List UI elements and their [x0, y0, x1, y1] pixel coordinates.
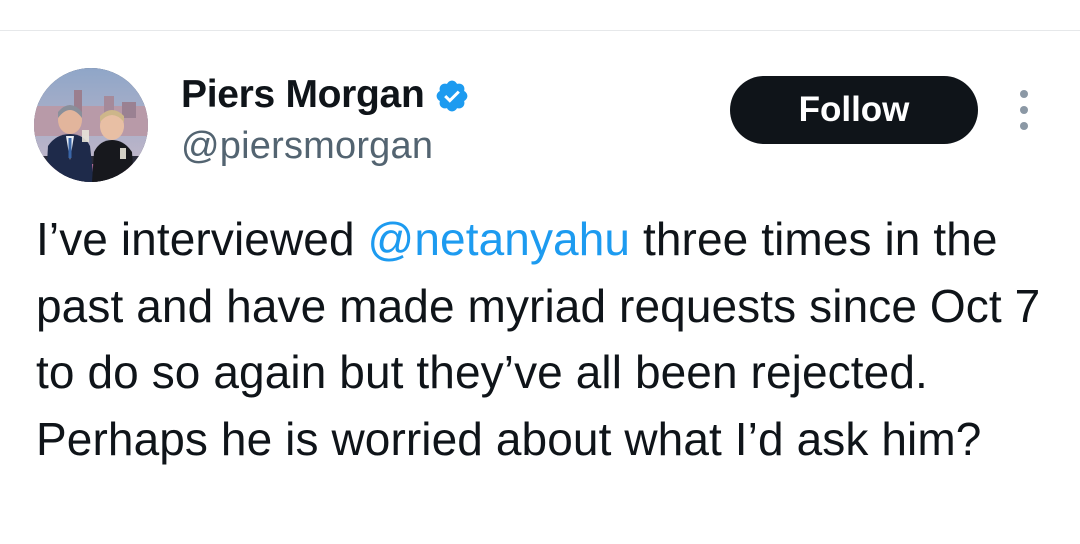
tweet-text: I’ve interviewed @netanyahu three times …: [36, 206, 1056, 472]
verified-badge-icon: [434, 78, 470, 114]
avatar[interactable]: [34, 68, 148, 182]
tweet-card: Piers Morgan @piersmorgan Follow I’ve in…: [0, 0, 1080, 544]
profile-photo-icon: [34, 68, 148, 182]
mention-link[interactable]: @netanyahu: [368, 213, 631, 265]
more-vertical-icon: [1020, 90, 1028, 98]
tweet-text-before-mention: I’ve interviewed: [36, 213, 368, 265]
author-handle[interactable]: @piersmorgan: [181, 124, 433, 168]
follow-button[interactable]: Follow: [730, 76, 978, 144]
more-vertical-icon-dot: [1020, 122, 1028, 130]
author-name-row: Piers Morgan: [181, 72, 470, 118]
more-vertical-icon-dot: [1020, 106, 1028, 114]
more-options-button[interactable]: [1012, 90, 1036, 130]
divider: [0, 30, 1080, 31]
author-display-name[interactable]: Piers Morgan: [181, 72, 425, 118]
